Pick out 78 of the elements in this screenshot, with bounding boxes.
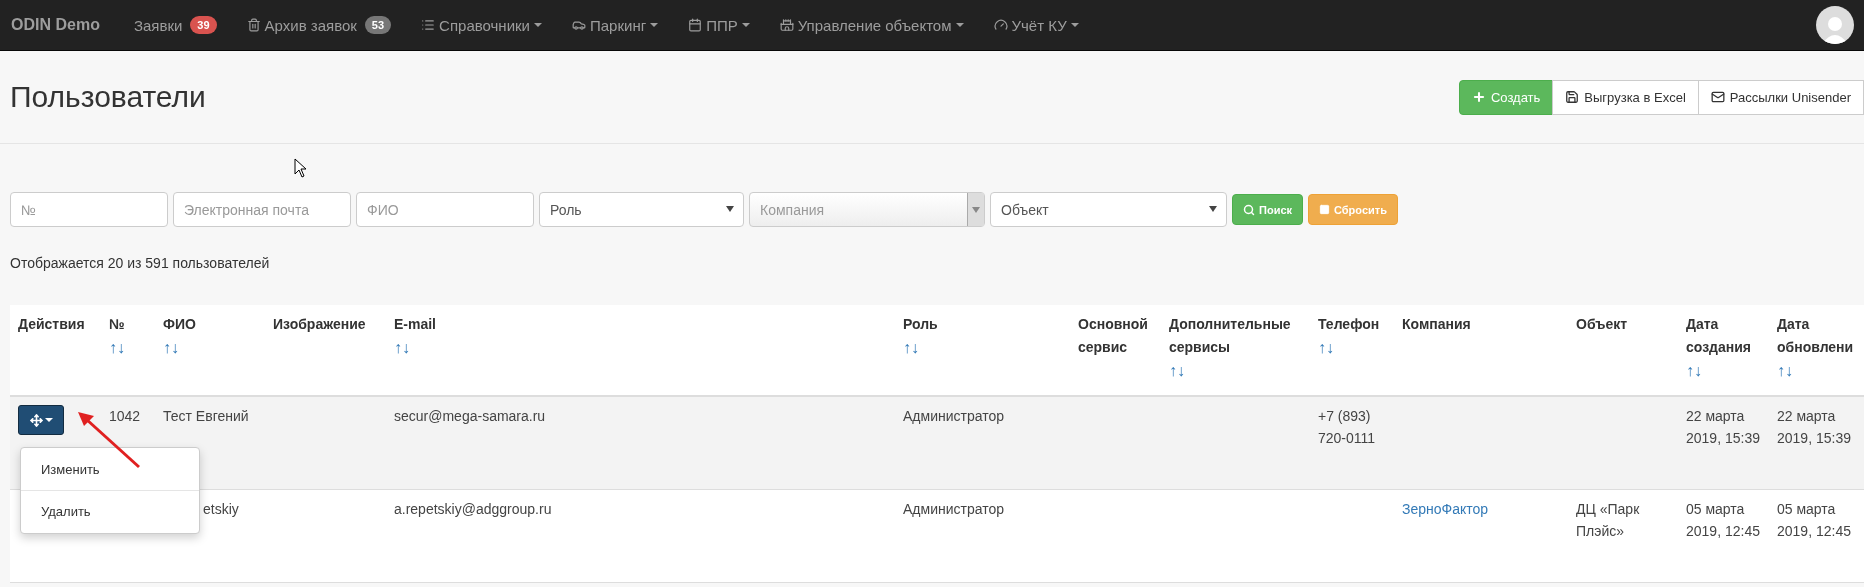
caret-icon [533, 23, 542, 27]
car-icon [571, 18, 586, 32]
sort-arrows[interactable]: ↑↓ [1318, 336, 1386, 359]
castle-icon [779, 18, 794, 32]
nav-item[interactable]: Управление объектом [779, 16, 964, 34]
export-button[interactable]: Выгрузка в Excel [1552, 79, 1699, 115]
table-cell: Администратор [903, 501, 1004, 517]
company-link[interactable]: ЗерноФактор [1402, 501, 1489, 517]
table-cell: 22 марта 2019, 15:39 [1777, 408, 1851, 446]
column-header[interactable]: ФИО ↑↓ [155, 305, 265, 395]
column-header[interactable]: Дополнительные сервисы ↑↓ [1161, 305, 1310, 395]
sort-arrows[interactable]: ↑↓ [903, 336, 1062, 359]
gauge-icon [993, 18, 1008, 32]
caret-icon [955, 23, 964, 27]
floppy-icon [1565, 90, 1580, 104]
actions-button[interactable] [18, 405, 64, 435]
cursor-icon [294, 158, 308, 178]
search-icon [1243, 203, 1255, 216]
plus-icon [1471, 90, 1486, 104]
caret-icon [972, 206, 980, 213]
table-cell-text: Тест Евгений [163, 407, 249, 426]
column-header: Основной сервис [1077, 315, 1149, 357]
table-cell: 22 марта 2019, 15:39 [1686, 408, 1760, 446]
sort-arrows[interactable]: ↑↓ [394, 336, 887, 359]
results-summary: Отображается 20 из 591 пользователей [9, 254, 271, 273]
table-cell: a.repetskiy@adggroup.ru [394, 501, 552, 517]
column-header[interactable]: Дата создания ↑↓ [1678, 305, 1769, 395]
nav-item[interactable]: Архив заявок 53 [246, 16, 392, 34]
mailing-button[interactable]: Рассылки Unisender [1697, 79, 1864, 115]
caret-icon [44, 418, 53, 422]
filter-field[interactable]: № [10, 192, 168, 227]
menu-item[interactable]: Удалить [21, 494, 199, 529]
column-header[interactable]: E-mail ↑↓ [386, 305, 895, 395]
caret-icon [650, 23, 659, 27]
caret-icon [741, 23, 750, 27]
nav-item[interactable]: ППР [688, 16, 750, 34]
move-icon [29, 413, 43, 427]
sort-arrows[interactable]: ↑↓ [1169, 359, 1302, 382]
column-header: Объект [1575, 315, 1629, 334]
list-icon [421, 18, 436, 32]
sort-arrows[interactable]: ↑↓ [109, 336, 147, 359]
column-header: Действия [17, 315, 86, 334]
column-header[interactable]: № ↑↓ [101, 305, 155, 395]
trash-icon [246, 18, 261, 32]
sort-arrows[interactable]: ↑↓ [163, 336, 257, 359]
calendar-icon [688, 18, 703, 32]
table-cell-text: etskiy [203, 500, 239, 519]
count-badge: 53 [364, 16, 392, 34]
select-field[interactable]: Роль [539, 192, 744, 227]
table-cell: 05 марта 2019, 12:45 [1777, 501, 1851, 539]
column-header: Изображение [272, 315, 367, 334]
table-cell: ДЦ «Парк Плэйс» [1576, 501, 1640, 539]
count-badge: 39 [190, 16, 217, 34]
table-cell: +7 (893) 720-0111 [1318, 408, 1376, 446]
user-avatar[interactable] [1816, 6, 1854, 44]
nav-item[interactable]: Заявки 39 [133, 16, 217, 34]
table-cell: 05 марта 2019, 12:45 [1686, 501, 1760, 539]
page-title: Пользователи [10, 80, 206, 114]
nav-item[interactable]: Паркинг [571, 16, 659, 34]
table-cell: 1042 [109, 408, 141, 424]
caret-icon [1070, 23, 1079, 27]
sort-arrows[interactable]: ↑↓ [1686, 359, 1761, 382]
column-header[interactable]: Дата обновлени ↑↓ [1769, 305, 1859, 395]
filter-field[interactable]: ФИО [356, 192, 534, 227]
sort-arrows[interactable]: ↑↓ [1777, 359, 1851, 382]
column-header[interactable]: Телефон ↑↓ [1310, 305, 1394, 395]
menu-item[interactable]: Изменить [21, 452, 199, 487]
filter-field[interactable]: Электронная почта [173, 192, 351, 227]
nav-item[interactable]: Учёт КУ [993, 16, 1079, 34]
brand-name[interactable]: ODIN Demo [11, 16, 100, 34]
mail-icon [1710, 90, 1725, 104]
column-header[interactable]: Роль ↑↓ [895, 305, 1070, 395]
select-field[interactable]: Объект [990, 192, 1227, 227]
nav-item[interactable]: Справочники [421, 16, 542, 34]
column-header: Компания [1401, 315, 1472, 334]
table-cell: Администратор [903, 408, 1004, 424]
table-cell: secur@mega-samara.ru [394, 408, 546, 424]
square-icon [1319, 204, 1330, 215]
